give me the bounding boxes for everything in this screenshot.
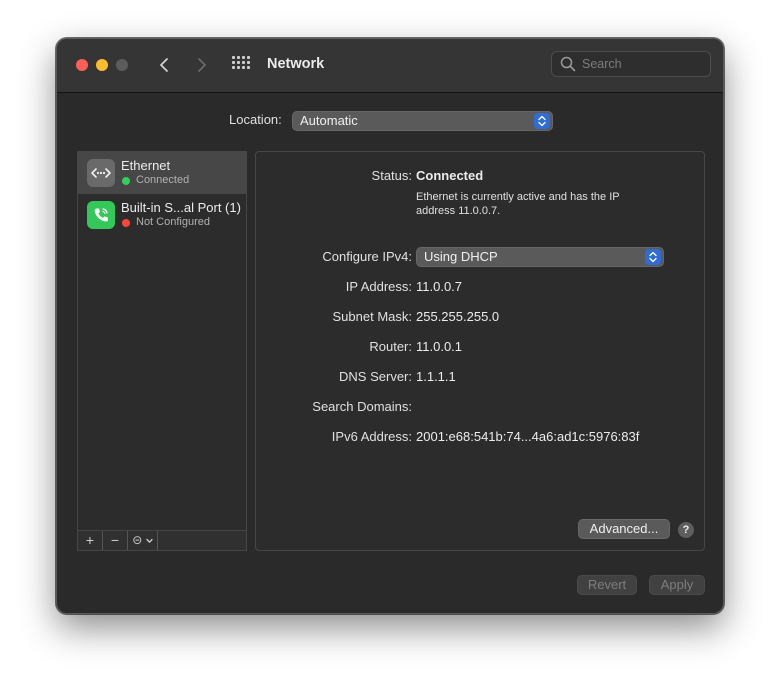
dns-server-row: DNS Server: 1.1.1.1 — [256, 369, 706, 387]
zoom-window-button[interactable] — [116, 59, 128, 71]
status-value: Connected — [416, 168, 484, 183]
action-icon: ⊝ — [132, 533, 143, 547]
service-detail-panel: Status: Connected Ethernet is currently … — [255, 151, 705, 551]
ip-address-row: IP Address: 11.0.0.7 — [256, 279, 706, 297]
field-value: 255.255.255.0 — [416, 309, 500, 324]
status-dot — [122, 177, 130, 185]
chevron-left-icon — [160, 58, 168, 72]
add-service-button[interactable]: + — [78, 531, 103, 550]
field-value: 11.0.0.7 — [416, 279, 463, 294]
chevron-down-icon — [146, 538, 153, 543]
minimize-window-button[interactable] — [96, 59, 108, 71]
back-button[interactable] — [153, 53, 177, 77]
remove-service-button[interactable]: − — [103, 531, 128, 550]
forward-button[interactable] — [189, 53, 213, 77]
router-row: Router: 11.0.0.1 — [256, 339, 706, 357]
close-window-button[interactable] — [76, 59, 88, 71]
advanced-button[interactable]: Advanced... — [578, 519, 670, 539]
field-label: IPv6 Address: — [331, 429, 412, 444]
apply-button[interactable]: Apply — [649, 575, 705, 595]
location-value: Automatic — [300, 113, 358, 128]
field-value: 11.0.0.1 — [416, 339, 463, 354]
field-value: 1.1.1.1 — [416, 369, 456, 384]
field-label: Router: — [369, 339, 412, 354]
status-dot — [122, 219, 130, 227]
service-status: Connected — [136, 174, 190, 186]
subnet-mask-row: Subnet Mask: 255.255.255.0 — [256, 309, 706, 327]
search-input[interactable] — [582, 55, 702, 73]
popup-arrows-icon — [534, 113, 550, 129]
title-bar: Network — [57, 39, 723, 93]
service-item-serial-port[interactable]: Built-in S...al Port (1) Not Configured — [78, 194, 246, 236]
ipv6-address-row: IPv6 Address: 2001:e68:541b:74...4a6:ad1… — [256, 429, 706, 447]
field-value: 2001:e68:541b:74...4a6:ad1c:5976:83f — [416, 429, 640, 444]
search-field[interactable] — [551, 51, 711, 77]
phone-icon — [87, 201, 115, 229]
location-label: Location: — [229, 112, 282, 127]
revert-button[interactable]: Revert — [577, 575, 637, 595]
service-list: Ethernet Connected Built-in S...al Port … — [77, 151, 247, 551]
network-preferences-window: Network Location: Automatic — [56, 38, 724, 614]
search-icon — [560, 56, 576, 72]
field-label: Search Domains: — [312, 399, 412, 414]
configure-ipv4-value: Using DHCP — [424, 249, 498, 264]
configure-ipv4-label: Configure IPv4: — [322, 249, 412, 264]
location-popup[interactable]: Automatic — [292, 111, 553, 131]
window-title: Network — [267, 56, 325, 72]
service-list-toolbar: + − ⊝ — [77, 530, 247, 551]
field-label: Subnet Mask: — [332, 309, 413, 324]
service-status: Not Configured — [136, 216, 210, 228]
status-description: Ethernet is currently active and has the… — [416, 191, 620, 217]
popup-arrows-icon — [645, 249, 661, 265]
service-name: Built-in S...al Port (1) — [121, 200, 241, 215]
show-all-button[interactable] — [232, 56, 251, 72]
search-domains-row: Search Domains: — [256, 399, 706, 417]
field-label: DNS Server: — [339, 369, 412, 384]
service-name: Ethernet — [121, 158, 171, 173]
action-menu-button[interactable]: ⊝ — [128, 531, 158, 550]
status-label: Status: — [371, 168, 412, 183]
field-label: IP Address: — [345, 279, 412, 294]
ethernet-icon — [87, 159, 115, 187]
help-button[interactable]: ? — [678, 522, 694, 538]
status-row: Status: Connected — [256, 168, 706, 186]
service-item-ethernet[interactable]: Ethernet Connected — [78, 152, 246, 194]
chevron-right-icon — [198, 58, 206, 72]
configure-ipv4-popup[interactable]: Using DHCP — [416, 247, 664, 267]
